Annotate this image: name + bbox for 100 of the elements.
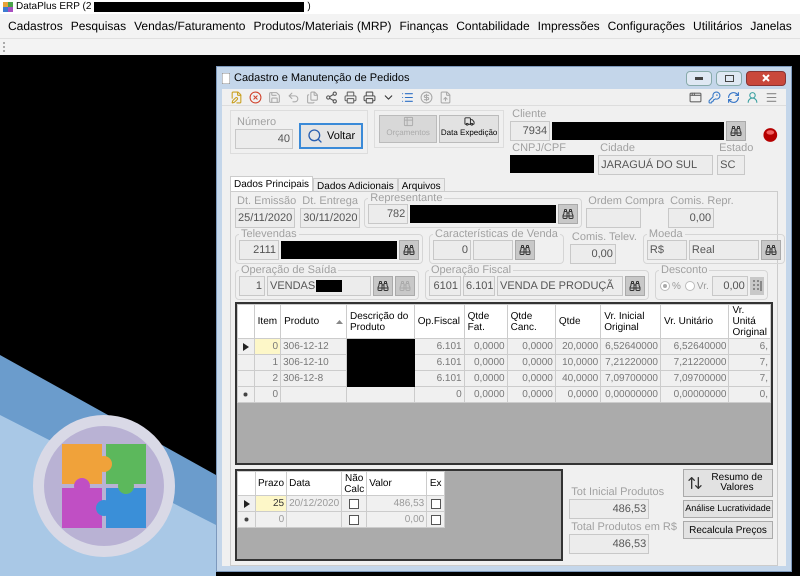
row-header[interactable] xyxy=(238,512,256,528)
menu-item[interactable]: Impressões xyxy=(534,17,604,35)
binoculars-icon xyxy=(629,280,641,292)
tab[interactable]: Dados Principais xyxy=(230,176,314,191)
value-field[interactable]: 6.101 xyxy=(463,276,495,296)
value-field[interactable]: 2111 xyxy=(239,240,279,260)
app-title: DataPlus ERP (2 xyxy=(16,1,92,13)
table-cell: 20,0000 xyxy=(555,338,601,354)
resumo-button[interactable]: Resumo de Valores xyxy=(683,469,773,497)
row-header[interactable] xyxy=(238,386,254,402)
checkbox[interactable] xyxy=(349,514,360,524)
refresh-icon[interactable] xyxy=(727,90,740,104)
table-cell: 0,0000 xyxy=(507,354,556,370)
menu-item[interactable]: Vendas/Faturamento xyxy=(130,17,250,35)
restore-button[interactable] xyxy=(716,70,742,86)
menu-item[interactable]: Cadastros xyxy=(4,17,67,35)
lookup-button[interactable] xyxy=(558,204,578,224)
value-field[interactable]: 782 xyxy=(368,204,408,224)
value-field[interactable]: 1 xyxy=(239,276,265,296)
menu-item[interactable]: Finanças xyxy=(396,17,452,35)
voltar-button[interactable]: Voltar xyxy=(299,123,364,149)
value-field[interactable]: Real xyxy=(688,240,759,260)
key-icon[interactable] xyxy=(708,90,721,104)
value-field[interactable]: VENDAS xyxy=(267,276,371,296)
close-button[interactable] xyxy=(746,70,786,86)
recalcula-button[interactable]: Recalcula Preços xyxy=(683,521,773,539)
table-cell: 7,21220000 xyxy=(600,354,660,370)
window-title: Cadastro e Manutenção de Pedidos xyxy=(234,70,411,86)
list-icon[interactable] xyxy=(401,90,414,104)
user-icon[interactable] xyxy=(746,90,759,104)
field-label: Tot Inicial Produtos xyxy=(570,486,666,499)
table-cell: 6.101 xyxy=(414,338,464,354)
group-label: Moeda xyxy=(648,228,684,240)
printer-icon[interactable] xyxy=(344,90,357,104)
analise-button[interactable]: Análise Lucratividade xyxy=(683,500,773,518)
field-label: Ordem Compra xyxy=(587,195,664,208)
value-field[interactable]: JARAGUÁ DO SUL xyxy=(598,155,714,175)
checkbox[interactable] xyxy=(349,498,360,508)
lookup-button[interactable] xyxy=(373,276,393,296)
tab[interactable]: Dados Adicionais xyxy=(313,178,398,191)
value-field[interactable]: 25/11/2020 xyxy=(235,208,295,228)
windows-icon[interactable] xyxy=(689,90,702,104)
lookup-button[interactable] xyxy=(399,240,419,260)
row-header[interactable] xyxy=(238,338,254,354)
table-cell: 0,0000 xyxy=(507,386,556,402)
value-field[interactable]: 0,00 xyxy=(570,244,616,264)
calculator-icon[interactable] xyxy=(750,277,764,295)
field-label: Cidade xyxy=(599,142,636,155)
lookup-button[interactable] xyxy=(625,276,645,296)
table-cell: 0,00000000 xyxy=(600,386,660,402)
menu-item[interactable]: Contabilidade xyxy=(452,17,534,35)
checkbox[interactable] xyxy=(430,498,441,508)
value-field[interactable]: 40 xyxy=(235,129,293,149)
menu-item[interactable]: Pesquisas xyxy=(66,17,130,35)
menu-item[interactable]: Configurações xyxy=(604,17,690,35)
value-field[interactable]: 7934 xyxy=(510,121,550,141)
table-cell: 1 xyxy=(254,354,281,370)
lookup-button[interactable] xyxy=(760,240,781,260)
value-field[interactable] xyxy=(586,208,642,228)
tab[interactable]: Arquivos xyxy=(398,178,445,191)
value-field[interactable]: VENDA DE PRODUÇÃ xyxy=(497,276,623,296)
binoculars-icon xyxy=(764,244,777,256)
value-field[interactable]: SC xyxy=(717,155,746,175)
minimize-button[interactable] xyxy=(686,70,712,86)
value-field[interactable]: 486,53 xyxy=(569,534,650,554)
radio-button[interactable] xyxy=(660,281,670,291)
lookup-button[interactable] xyxy=(726,121,746,141)
cancel-icon[interactable] xyxy=(249,90,262,104)
table-cell: 7,21220000 xyxy=(660,354,729,370)
value-field[interactable]: 0,00 xyxy=(668,208,714,228)
lookup-button[interactable] xyxy=(515,240,535,260)
table-cell: 7, xyxy=(728,354,770,370)
table-cell: 0 xyxy=(256,512,287,528)
table-cell: 0 xyxy=(254,338,281,354)
network-icon[interactable] xyxy=(325,90,338,104)
menu-item[interactable]: Utilitários xyxy=(689,17,746,35)
value-field[interactable]: 486,53 xyxy=(569,499,650,519)
menu-icon[interactable] xyxy=(765,90,778,104)
table-cell: 6,52640000 xyxy=(660,338,729,354)
checkbox[interactable] xyxy=(430,514,441,524)
binoculars-icon xyxy=(399,280,411,292)
radio-button[interactable] xyxy=(684,281,695,291)
value-field[interactable]: 6101 xyxy=(429,276,461,296)
value-field[interactable]: R$ xyxy=(646,240,687,260)
table-cell: 0,0000 xyxy=(507,370,556,386)
field-label: Número xyxy=(236,116,278,129)
value-field[interactable]: 30/11/2020 xyxy=(300,208,360,228)
value-field[interactable]: 0 xyxy=(433,240,471,260)
table-cell: 0,0000 xyxy=(464,370,508,386)
menu-item[interactable]: Produtos/Materiais (MRP) xyxy=(249,17,396,35)
group-label: Desconto xyxy=(660,264,708,276)
value-field[interactable] xyxy=(473,240,513,260)
data-expedicao-button[interactable]: Data Expedição xyxy=(439,115,500,143)
row-header[interactable] xyxy=(238,496,256,512)
print-icon[interactable] xyxy=(363,90,376,104)
binoculars-icon xyxy=(562,208,574,220)
value-field[interactable]: 0,00 xyxy=(712,276,748,296)
table-cell: 0,00 xyxy=(366,512,427,528)
menu-item[interactable]: Janelas xyxy=(746,17,796,35)
minimize-icon xyxy=(695,76,703,80)
